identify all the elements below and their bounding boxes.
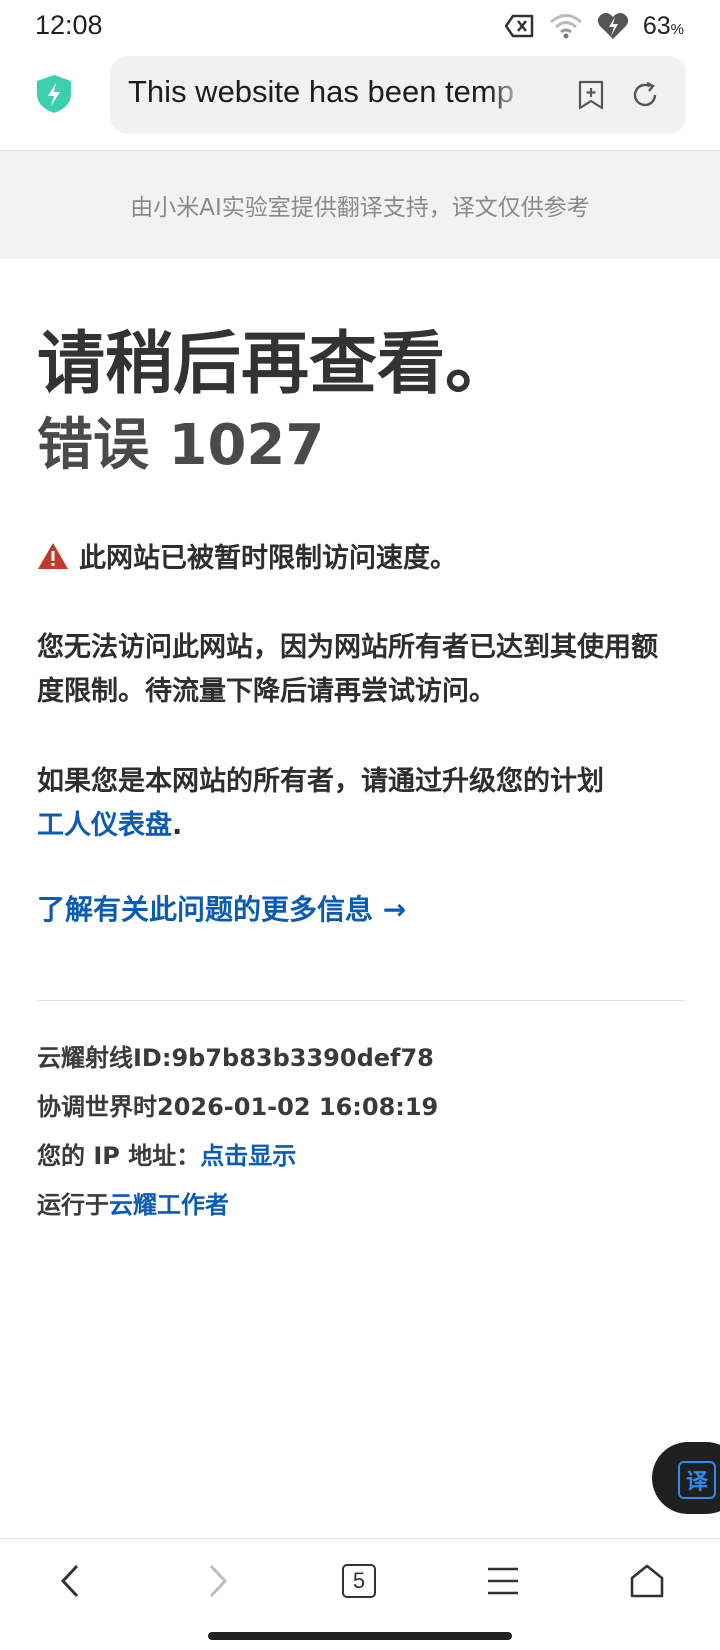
warning-icon bbox=[38, 542, 68, 569]
home-button[interactable] bbox=[619, 1553, 675, 1609]
show-ip-link[interactable]: 点击显示 bbox=[200, 1142, 296, 1170]
page-title: 请稍后再查看。 bbox=[37, 325, 514, 404]
ip-label: 您的 IP 地址： bbox=[37, 1142, 201, 1170]
menu-button[interactable] bbox=[475, 1553, 531, 1609]
warning-text: 此网站已被暂时限制访问速度。 bbox=[79, 543, 457, 574]
wifi-icon bbox=[549, 14, 582, 39]
security-shield-icon[interactable] bbox=[35, 74, 73, 114]
owner-paragraph: 如果您是本网站的所有者，请通过升级您的计划 工人仪表盘. bbox=[37, 760, 677, 848]
ray-id: 云耀射线ID:9b7b83b3390def78 bbox=[37, 1044, 434, 1072]
status-icons: 63% bbox=[504, 8, 684, 44]
browser-address-bar: This website has been temp bbox=[0, 56, 720, 150]
runs-on-label: 运行于 bbox=[37, 1191, 109, 1219]
menu-icon bbox=[488, 1567, 518, 1595]
battery-percent: 63% bbox=[642, 11, 684, 40]
tabs-button[interactable]: 5 bbox=[331, 1553, 387, 1609]
bottom-navigation: 5 bbox=[0, 1538, 720, 1621]
error-code: 错误 1027 bbox=[37, 413, 325, 478]
no-sim-icon bbox=[504, 14, 534, 38]
utc-timestamp: 协调世界时2026-01-02 16:08:19 bbox=[37, 1093, 439, 1121]
tab-count: 5 bbox=[342, 1564, 376, 1598]
chevron-right-icon bbox=[209, 1564, 228, 1598]
reload-icon[interactable] bbox=[630, 80, 660, 110]
home-indicator[interactable] bbox=[208, 1632, 512, 1640]
runs-on-row: 运行于云耀工作者 bbox=[37, 1185, 229, 1220]
chevron-left-icon bbox=[60, 1564, 79, 1598]
url-text[interactable]: This website has been temp bbox=[128, 74, 528, 110]
home-icon bbox=[630, 1564, 664, 1598]
back-button[interactable] bbox=[42, 1553, 98, 1609]
workers-link[interactable]: 云耀工作者 bbox=[109, 1191, 229, 1219]
status-bar: 12:08 63% bbox=[0, 0, 720, 56]
divider bbox=[37, 1000, 684, 1001]
clock: 12:08 bbox=[35, 10, 103, 40]
translation-banner: 由小米AI实验室提供翻译支持，译文仅供参考 bbox=[0, 150, 720, 259]
translate-icon[interactable]: 译 bbox=[678, 1461, 716, 1499]
owner-paragraph-text: 如果您是本网站的所有者，请通过升级您的计划 bbox=[37, 766, 604, 797]
dashboard-link[interactable]: 工人仪表盘 bbox=[37, 810, 172, 841]
learn-more-link[interactable]: 了解有关此问题的更多信息 → bbox=[37, 888, 406, 928]
owner-paragraph-end: . bbox=[172, 810, 183, 841]
explanation-paragraph: 您无法访问此网站，因为网站所有者已达到其使用额度限制。待流量下降后请再尝试访问。 bbox=[37, 632, 658, 707]
translate-button[interactable]: 译 bbox=[652, 1442, 720, 1514]
ip-address-row: 您的 IP 地址：点击显示 bbox=[37, 1136, 296, 1171]
add-bookmark-icon[interactable] bbox=[576, 80, 606, 110]
forward-button[interactable] bbox=[190, 1553, 246, 1609]
battery-saver-icon bbox=[597, 13, 628, 39]
warning-message: 此网站已被暂时限制访问速度。 bbox=[37, 536, 457, 575]
url-field[interactable]: This website has been temp bbox=[110, 56, 686, 134]
